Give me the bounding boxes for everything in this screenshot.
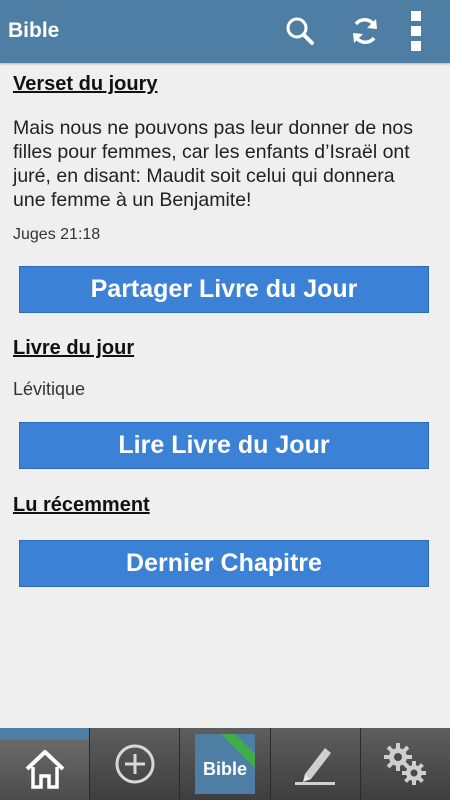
verse-text: Mais nous ne pouvons pas leur donner de … — [13, 117, 414, 211]
nav-bible[interactable]: Bible — [179, 728, 270, 800]
read-book-of-day-button[interactable]: Lire Livre du Jour — [19, 422, 429, 469]
app-bar: Bible — [0, 0, 450, 63]
active-indicator — [0, 728, 90, 740]
bottom-navigation: Bible — [0, 728, 450, 800]
refresh-icon — [353, 18, 377, 44]
search-button[interactable] — [277, 8, 323, 54]
nav-home[interactable] — [0, 728, 90, 800]
book-of-day-name: Lévitique — [13, 379, 86, 399]
verse-reference: Juges 21:18 — [13, 226, 101, 243]
share-book-of-day-button[interactable]: Partager Livre du Jour — [19, 266, 429, 313]
nav-add[interactable] — [89, 728, 180, 800]
nav-notes[interactable] — [269, 728, 360, 800]
book-of-day-title: Livre du jour — [13, 337, 135, 359]
nav-settings[interactable] — [359, 728, 450, 800]
refresh-button[interactable] — [342, 8, 388, 54]
gears-icon — [384, 743, 427, 785]
home-icon — [25, 750, 64, 789]
pencil-icon — [295, 748, 336, 785]
recent-title: Lu récemment — [13, 494, 150, 516]
bible-tile-label: Bible — [202, 758, 247, 779]
last-chapter-button[interactable]: Dernier Chapitre — [19, 540, 429, 587]
more-vertical-icon — [411, 11, 421, 51]
verse-of-day-title: Verset du joury — [13, 73, 158, 95]
app-title: Bible — [8, 19, 60, 42]
add-circle-icon — [115, 744, 155, 784]
search-icon — [286, 17, 314, 45]
bible-icon: Bible — [195, 734, 255, 794]
overflow-menu-button[interactable] — [393, 8, 439, 54]
